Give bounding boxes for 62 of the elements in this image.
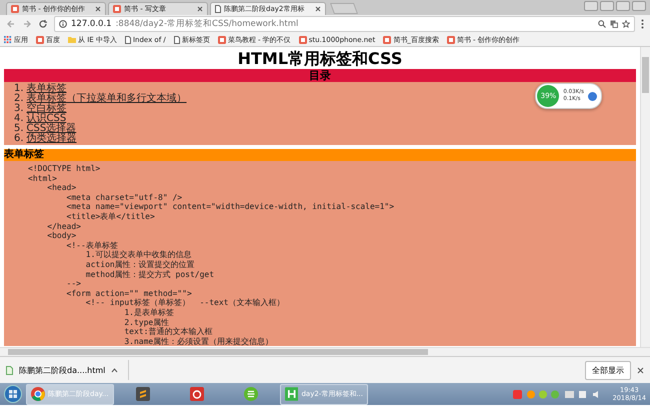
url-host: 127.0.0.1 <box>71 19 112 29</box>
translate-icon[interactable] <box>610 20 618 28</box>
toc-link[interactable]: CSS选择器 <box>26 124 76 134</box>
address-bar[interactable]: 127.0.0.1 :8848/day2-常用标签和CSS/homework.html <box>54 16 635 32</box>
boost-icon[interactable] <box>588 92 597 100</box>
site-favicon-icon <box>113 5 121 13</box>
folder-icon <box>68 36 76 43</box>
ide-logo-icon <box>285 387 298 401</box>
vertical-scrollbar[interactable] <box>640 47 650 347</box>
close-icon[interactable] <box>315 6 321 12</box>
show-all-button[interactable]: 全部显示 <box>585 360 631 380</box>
horizontal-scrollbar[interactable] <box>0 347 650 356</box>
site-favicon-icon <box>383 36 392 44</box>
toc-heading-bar: 目录 <box>4 69 636 82</box>
start-orb-icon[interactable] <box>4 385 22 403</box>
user-button[interactable] <box>584 1 598 11</box>
list-number: 6. <box>14 134 24 144</box>
maximize-button[interactable] <box>616 1 630 11</box>
toc-link[interactable]: 表单标签 <box>26 84 67 94</box>
scroll-thumb[interactable] <box>642 57 649 93</box>
scroll-thumb[interactable] <box>8 349 428 355</box>
reload-icon[interactable] <box>38 19 48 29</box>
close-window-button[interactable] <box>632 1 646 11</box>
menu-icon[interactable] <box>641 19 644 29</box>
page-icon <box>174 36 180 44</box>
page-icon <box>215 5 221 13</box>
browser-logo-icon <box>31 387 45 401</box>
download-filename[interactable]: 陈鹏第二阶段da....html <box>19 364 106 376</box>
toc-link[interactable]: 空白标签 <box>26 104 67 114</box>
shield-logo-icon <box>244 387 258 401</box>
toc-link[interactable]: 认识CSS <box>26 114 66 124</box>
list-number: 1. <box>14 84 24 94</box>
site-favicon-icon <box>36 36 44 44</box>
caret-up-icon[interactable] <box>111 368 118 372</box>
section-heading-bar: 表单标签 <box>4 149 636 161</box>
close-icon[interactable] <box>197 6 203 12</box>
close-icon[interactable] <box>95 6 101 12</box>
list-number: 5. <box>14 124 24 134</box>
editor-logo-icon <box>136 387 150 401</box>
info-icon[interactable] <box>59 20 67 28</box>
site-favicon-icon <box>446 36 455 44</box>
site-favicon-icon <box>218 36 226 44</box>
url-path: :8848/day2-常用标签和CSS/homework.html <box>116 18 300 30</box>
page-heading: HTML常用标签和CSS <box>236 48 404 69</box>
list-number: 3. <box>14 104 24 114</box>
toc-link[interactable]: 伪类选择器 <box>26 134 77 144</box>
minimize-button[interactable] <box>600 1 614 11</box>
site-favicon-icon <box>298 36 307 44</box>
forward-arrow-icon[interactable] <box>22 19 32 29</box>
page-icon <box>124 36 131 44</box>
music-logo-icon <box>190 387 204 401</box>
back-arrow-icon[interactable] <box>6 19 16 29</box>
star-icon[interactable] <box>622 20 630 28</box>
close-icon[interactable] <box>637 366 644 374</box>
list-number: 2. <box>14 94 24 104</box>
zoom-icon[interactable] <box>598 20 606 28</box>
list-number: 4. <box>14 114 24 124</box>
toc-link[interactable]: 表单标签（下拉菜单和多行文本域） <box>26 94 187 104</box>
site-favicon-icon <box>11 5 19 13</box>
code-block: <!DOCTYPE html> <html> <head> <meta charset="utf-8" /> <meta name="viewport" content="width=device-width, initial-scale=1"> <title>表单</title> </head> <body> <!--表单标签 1.可以提交表单中收集的信息 action属性：设置提交的位置 method属性：提交方式 post/get --> <form action="" method=""> <!-- input标签（单标签） --text（文本输入框） 1.是表单标签 2.type属性 text:普通的文本输入框 3.name属性：必须设置（用来提交信息） <box>4 161 636 346</box>
apps-grid-icon[interactable] <box>4 36 12 44</box>
file-icon <box>6 366 13 374</box>
